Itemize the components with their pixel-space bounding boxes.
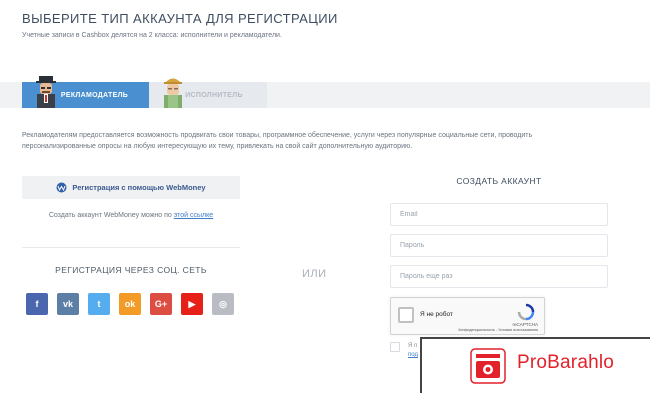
page-title: ВЫБЕРИТЕ ТИП АККАУНТА ДЛЯ РЕГИСТРАЦИИ — [22, 11, 338, 26]
twitter-icon: t — [97, 299, 101, 309]
facebook-button[interactable]: f — [26, 293, 48, 315]
recaptcha-label: Я не робот — [420, 311, 453, 318]
terms-checkbox[interactable] — [390, 342, 400, 352]
vk-button[interactable]: vk — [57, 293, 79, 315]
webmoney-register-button[interactable]: Регистрация с помощью WebMoney — [22, 176, 240, 199]
page-subtitle: Учетные записи в Cashbox делятся на 2 кл… — [22, 32, 282, 39]
social-buttons: f vk t ok G+ ▶ ◎ — [26, 293, 234, 315]
advertiser-avatar-icon — [36, 76, 56, 108]
email-field[interactable] — [390, 203, 608, 226]
webmoney-icon — [56, 182, 67, 193]
probarahlo-logo-icon — [470, 348, 506, 384]
advertiser-description: Рекламодателям предоставляется возможнос… — [22, 132, 533, 150]
or-separator: ИЛИ — [302, 268, 327, 280]
webmoney-button-label: Регистрация с помощью WebMoney — [72, 183, 206, 192]
google-plus-icon: G+ — [154, 299, 168, 309]
recaptcha-links: Конфиденциальность - Условия использован… — [458, 328, 538, 332]
facebook-icon: f — [35, 299, 39, 309]
divider — [22, 247, 240, 248]
instagram-button[interactable]: ◎ — [212, 293, 234, 315]
social-register-title: РЕГИСТРАЦИЯ ЧЕРЕЗ СОЦ. СЕТЬ — [55, 265, 207, 275]
password-repeat-field[interactable] — [390, 265, 608, 288]
terms-text: Я п — [408, 343, 418, 349]
recaptcha-brand: reCAPTCHA — [512, 322, 538, 327]
create-account-title: СОЗДАТЬ АККАУНТ — [456, 176, 542, 186]
recaptcha-checkbox[interactable] — [398, 307, 414, 323]
tab-advertiser-label: РЕКЛАМОДАТЕЛЬ — [60, 91, 129, 99]
terms-link[interactable]: под — [408, 351, 418, 360]
google-plus-button[interactable]: G+ — [150, 293, 172, 315]
executor-avatar-icon — [164, 78, 182, 108]
youtube-button[interactable]: ▶ — [181, 293, 203, 315]
odnoklassniki-icon: ok — [124, 299, 136, 309]
probarahlo-watermark: ProBarahlo — [420, 337, 650, 393]
vk-icon: vk — [62, 299, 73, 309]
webmoney-note-text: Создать аккаунт WebMoney можно по — [48, 212, 172, 219]
instagram-icon: ◎ — [219, 298, 227, 309]
odnoklassniki-button[interactable]: ok — [119, 293, 141, 315]
recaptcha-widget: Я не робот reCAPTCHA Конфиденциальность … — [390, 297, 545, 335]
probarahlo-brand: ProBarahlo — [517, 352, 615, 373]
webmoney-note: Создать аккаунт WebMoney можно по этой с… — [22, 212, 240, 219]
tab-executor-label: ИСПОЛНИТЕЛЬ — [185, 91, 243, 99]
youtube-icon: ▶ — [188, 298, 196, 309]
webmoney-link[interactable]: этой ссылке — [174, 212, 213, 219]
recaptcha-logo-icon — [517, 303, 535, 321]
twitter-button[interactable]: t — [88, 293, 110, 315]
password-field[interactable] — [390, 234, 608, 257]
